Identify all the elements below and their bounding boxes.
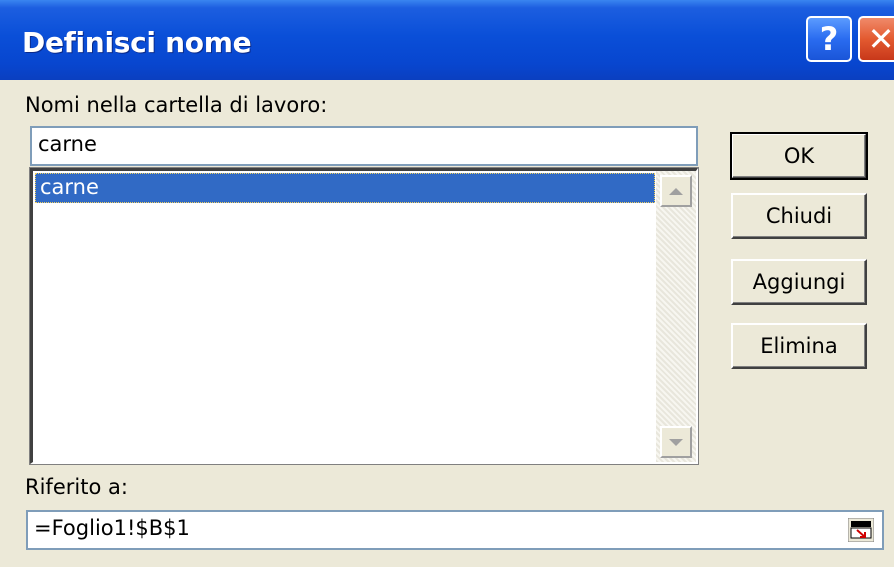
names-label: Nomi nella cartella di lavoro: [25, 93, 328, 117]
collapse-dialog-icon[interactable] [848, 518, 874, 542]
dialog-title: Definisci nome [22, 26, 252, 59]
help-icon: ? [819, 20, 839, 58]
listbox-scrollbar[interactable] [656, 171, 696, 462]
add-button[interactable]: Aggiungi [731, 259, 867, 305]
arrow-up-icon [669, 187, 683, 195]
reference-input-value: =Foglio1!$B$1 [34, 516, 190, 540]
close-button[interactable]: Chiudi [731, 193, 867, 239]
close-icon: ✕ [867, 20, 894, 58]
close-window-button[interactable]: ✕ [858, 16, 894, 62]
name-input[interactable]: carne [30, 126, 698, 166]
names-listbox[interactable]: carne [29, 167, 699, 465]
title-bar[interactable]: Definisci nome ? ✕ [0, 0, 894, 80]
scroll-up-button[interactable] [660, 175, 692, 207]
scroll-down-button[interactable] [660, 426, 692, 458]
ok-button[interactable]: OK [730, 132, 868, 180]
arrow-down-icon [669, 438, 683, 446]
define-name-dialog: Definisci nome ? ✕ Nomi nella cartella d… [0, 0, 894, 567]
list-item[interactable]: carne [35, 173, 655, 203]
delete-button[interactable]: Elimina [731, 323, 867, 369]
help-button[interactable]: ? [806, 16, 852, 62]
name-input-value: carne [38, 132, 97, 156]
reference-label: Riferito a: [25, 475, 128, 499]
reference-input[interactable]: =Foglio1!$B$1 [26, 510, 884, 550]
